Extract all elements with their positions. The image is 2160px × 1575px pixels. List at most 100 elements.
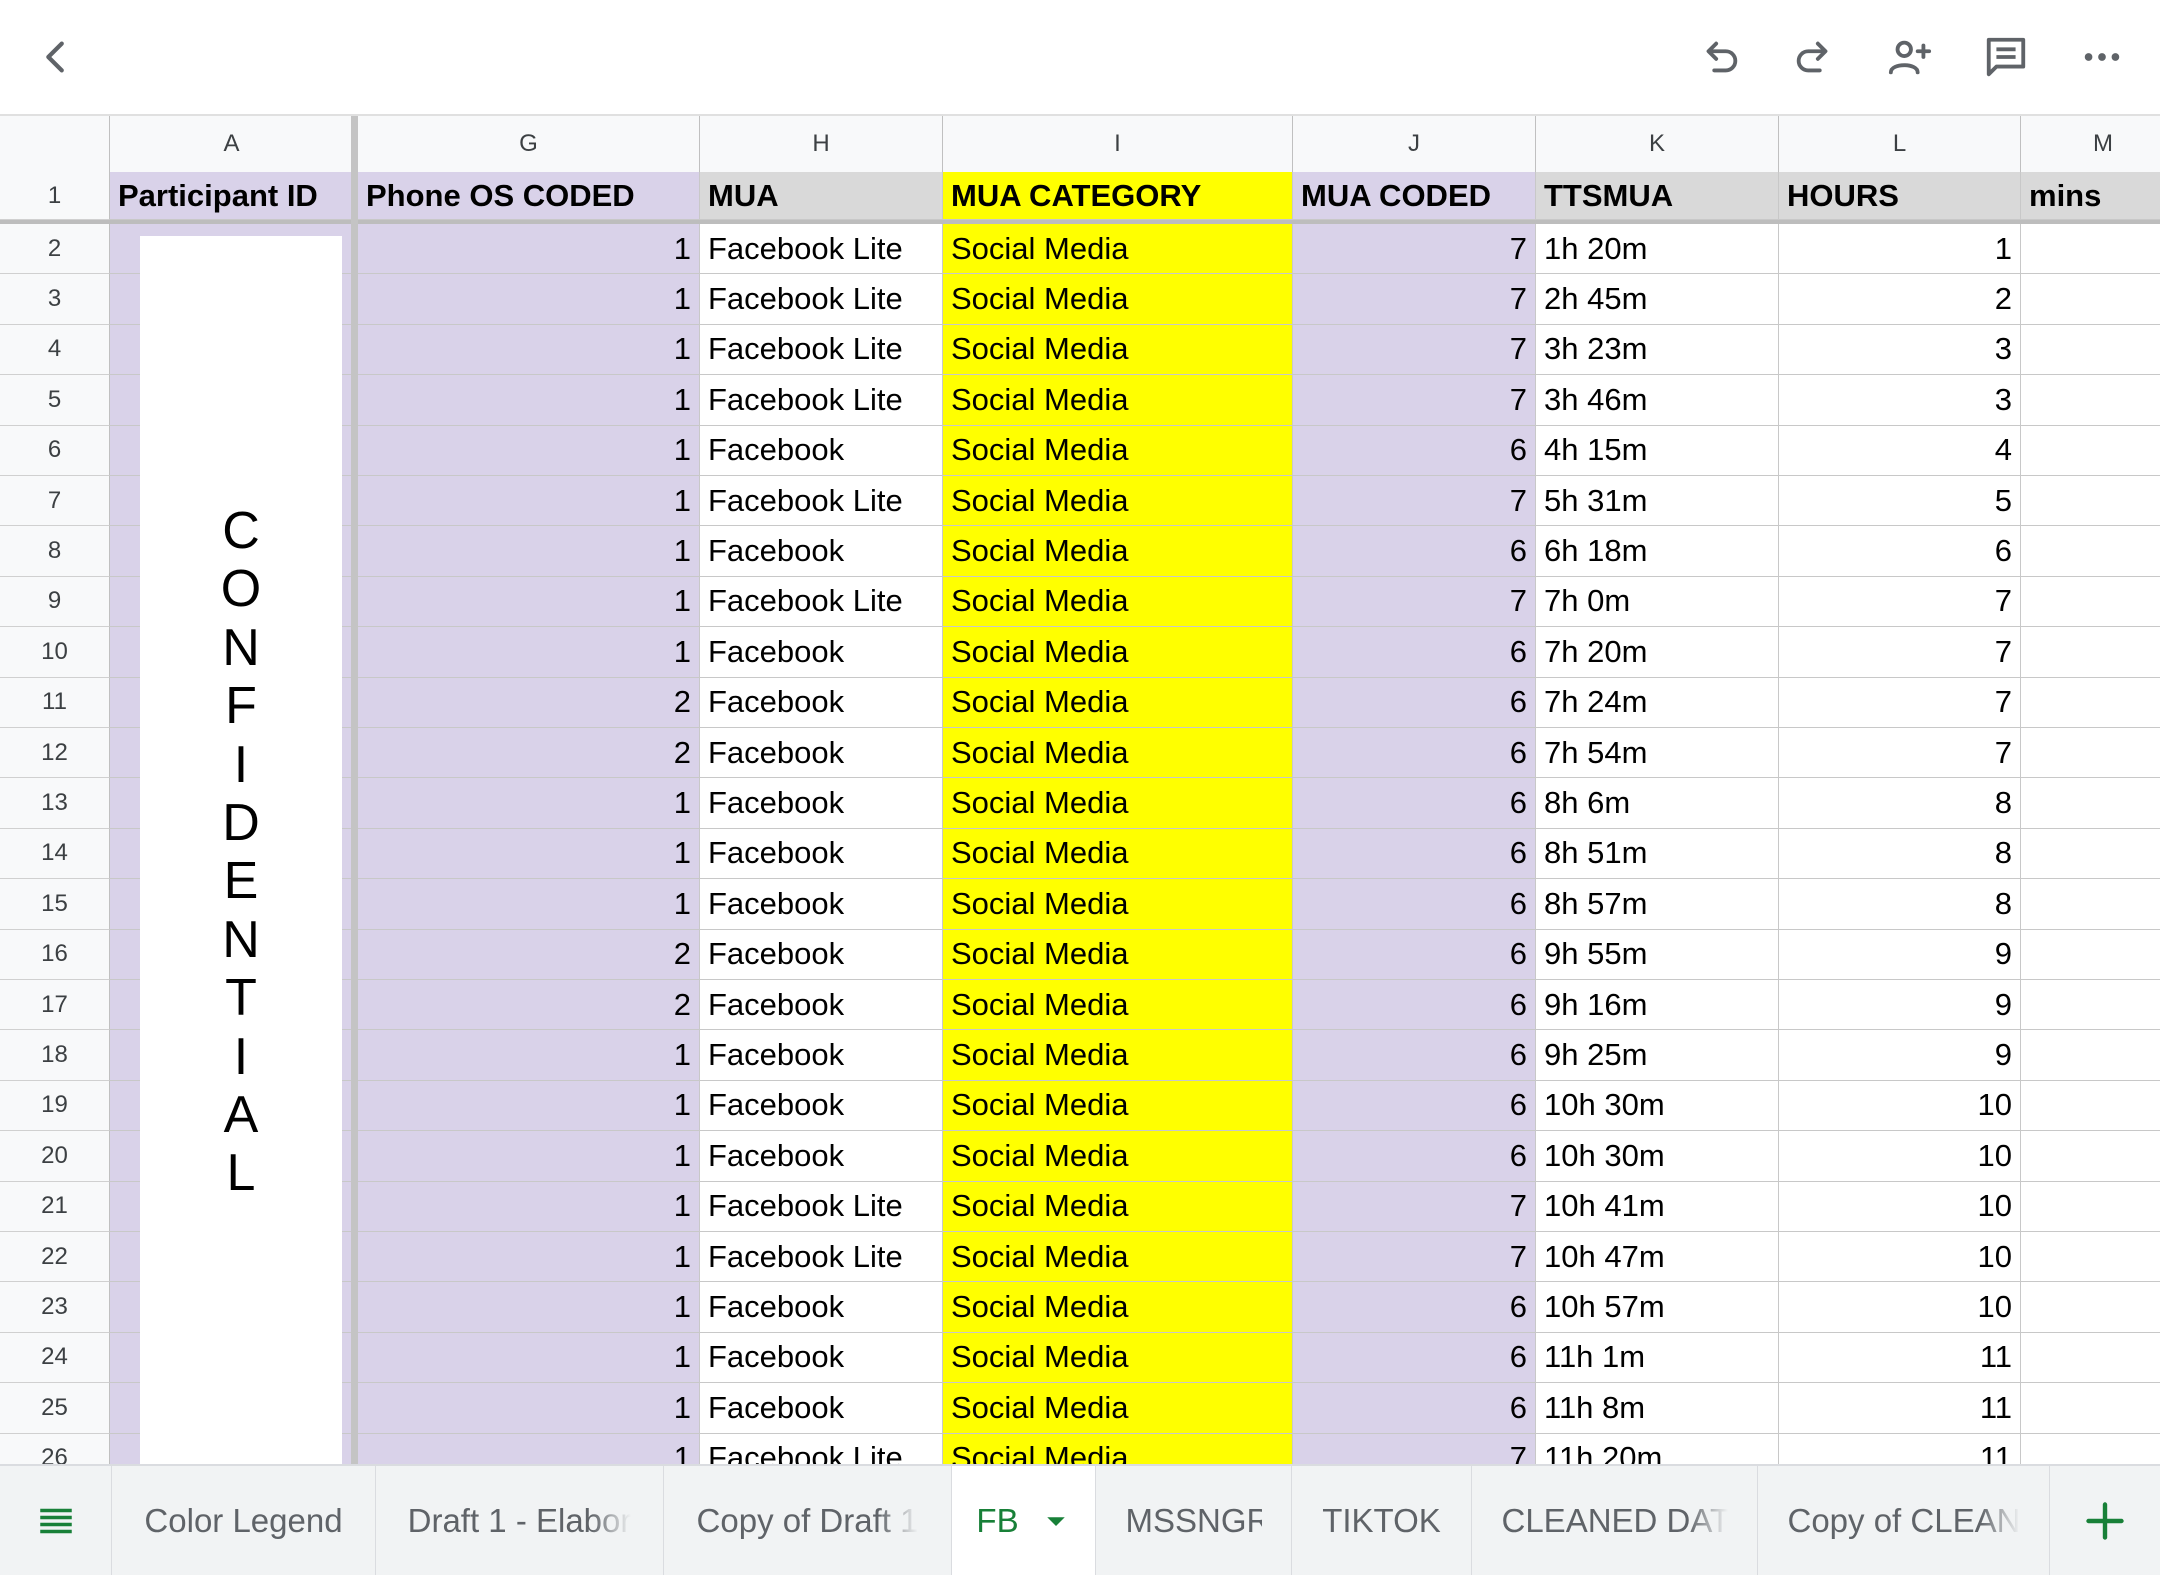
row-number[interactable]: 13 [0,778,110,829]
row-number[interactable]: 22 [0,1232,110,1283]
mua-category-cell[interactable]: Social Media [943,778,1293,829]
hours-cell[interactable]: 1 [1779,224,2021,275]
mua-category-cell[interactable]: Social Media [943,224,1293,275]
mua-coded-cell[interactable]: 6 [1293,1080,1536,1132]
mua-coded-cell[interactable]: 7 [1293,576,1536,628]
header-participant-id[interactable]: Participant ID [110,172,354,220]
sheet-tab[interactable]: Copy of CLEAN [1758,1466,2050,1575]
phone-os-coded-cell[interactable]: 1 [358,1282,700,1333]
row-number[interactable]: 5 [0,375,110,426]
mua-coded-cell[interactable]: 7 [1293,1181,1536,1232]
header-mins[interactable]: mins [2021,172,2160,220]
header-mua-category[interactable]: MUA CATEGORY [943,172,1293,220]
share-button[interactable] [1878,25,1942,89]
mins-cell[interactable] [2021,476,2160,527]
mua-coded-cell[interactable]: 6 [1293,828,1536,880]
mua-category-cell[interactable]: Social Media [943,1332,1293,1384]
phone-os-coded-cell[interactable]: 2 [358,929,700,980]
hours-cell[interactable]: 8 [1779,778,2021,829]
mua-cell[interactable]: Facebook Lite [700,324,943,376]
phone-os-coded-cell[interactable]: 1 [358,879,700,930]
sheet-tab[interactable]: FB [952,1466,1096,1575]
phone-os-coded-cell[interactable]: 1 [358,1030,700,1081]
mua-category-cell[interactable]: Social Media [943,425,1293,476]
mins-cell[interactable] [2021,980,2160,1031]
row-number[interactable]: 4 [0,324,110,376]
mua-coded-cell[interactable]: 7 [1293,1232,1536,1283]
row-number[interactable]: 10 [0,627,110,678]
mua-category-cell[interactable]: Social Media [943,576,1293,628]
ttsmua-cell[interactable]: 1h 20m [1536,224,1779,275]
mua-category-cell[interactable]: Social Media [943,1030,1293,1081]
hours-cell[interactable]: 9 [1779,929,2021,980]
column-header-j[interactable]: J [1293,116,1536,172]
ttsmua-cell[interactable]: 4h 15m [1536,425,1779,476]
header-ttsmua[interactable]: TTSMUA [1536,172,1779,220]
mua-cell[interactable]: Facebook [700,879,943,930]
ttsmua-cell[interactable]: 8h 6m [1536,778,1779,829]
mua-coded-cell[interactable]: 6 [1293,425,1536,476]
mua-category-cell[interactable]: Social Media [943,677,1293,728]
mua-category-cell[interactable]: Social Media [943,828,1293,880]
hours-cell[interactable]: 10 [1779,1181,2021,1232]
phone-os-coded-cell[interactable]: 1 [358,1383,700,1434]
select-all-corner[interactable] [0,116,110,172]
ttsmua-cell[interactable]: 10h 41m [1536,1181,1779,1232]
mua-cell[interactable]: Facebook [700,627,943,678]
hours-cell[interactable]: 5 [1779,476,2021,527]
mins-cell[interactable] [2021,1182,2160,1232]
all-sheets-button[interactable] [0,1466,112,1575]
ttsmua-cell[interactable]: 9h 16m [1536,980,1779,1031]
ttsmua-cell[interactable]: 8h 51m [1536,828,1779,880]
mins-cell[interactable] [2021,1030,2160,1081]
mua-coded-cell[interactable]: 6 [1293,677,1536,728]
sheet-tab[interactable]: CLEANED DATA [1472,1466,1758,1575]
mua-coded-cell[interactable]: 7 [1293,224,1536,275]
hours-cell[interactable]: 3 [1779,324,2021,376]
hours-cell[interactable]: 10 [1779,1131,2021,1182]
row-number[interactable]: 7 [0,476,110,527]
mua-cell[interactable]: Facebook [700,828,943,880]
ttsmua-cell[interactable]: 11h 1m [1536,1332,1779,1384]
mua-cell[interactable]: Facebook Lite [700,1433,943,1464]
row-number[interactable]: 12 [0,728,110,779]
ttsmua-cell[interactable]: 10h 30m [1536,1080,1779,1132]
mua-coded-cell[interactable]: 6 [1293,929,1536,980]
row-number[interactable]: 17 [0,980,110,1031]
phone-os-coded-cell[interactable]: 1 [358,224,700,275]
undo-button[interactable] [1688,25,1752,89]
phone-os-coded-cell[interactable]: 2 [358,677,700,728]
hours-cell[interactable]: 10 [1779,1282,2021,1333]
mins-cell[interactable] [2021,375,2160,426]
mua-cell[interactable]: Facebook [700,1282,943,1333]
mua-cell[interactable]: Facebook [700,728,943,779]
mins-cell[interactable] [2021,526,2160,577]
row-number[interactable]: 19 [0,1080,110,1132]
sheet-tab[interactable]: Copy of Draft 1 [664,1466,952,1575]
mua-category-cell[interactable]: Social Media [943,375,1293,426]
mua-coded-cell[interactable]: 6 [1293,778,1536,829]
mins-cell[interactable] [2021,930,2160,980]
mua-cell[interactable]: Facebook [700,980,943,1031]
ttsmua-cell[interactable]: 7h 20m [1536,627,1779,678]
phone-os-coded-cell[interactable]: 1 [358,778,700,829]
ttsmua-cell[interactable]: 6h 18m [1536,526,1779,577]
ttsmua-cell[interactable]: 8h 57m [1536,879,1779,930]
mua-coded-cell[interactable]: 7 [1293,324,1536,376]
mua-cell[interactable]: Facebook Lite [700,274,943,325]
column-header-h[interactable]: H [700,116,943,172]
mua-coded-cell[interactable]: 6 [1293,627,1536,678]
mua-category-cell[interactable]: Social Media [943,1383,1293,1434]
ttsmua-cell[interactable]: 9h 55m [1536,929,1779,980]
mins-cell[interactable] [2021,1232,2160,1283]
row-number[interactable]: 15 [0,879,110,930]
header-phone-os-coded[interactable]: Phone OS CODED [358,172,700,220]
mua-category-cell[interactable]: Social Media [943,1131,1293,1182]
sheet-tab[interactable]: MSSNGR [1096,1466,1292,1575]
mua-category-cell[interactable]: Social Media [943,324,1293,376]
mua-category-cell[interactable]: Social Media [943,1282,1293,1333]
mins-cell[interactable] [2021,1383,2160,1434]
mins-cell[interactable] [2021,1282,2160,1333]
more-options-button[interactable] [2070,25,2134,89]
mua-category-cell[interactable]: Social Media [943,1433,1293,1464]
